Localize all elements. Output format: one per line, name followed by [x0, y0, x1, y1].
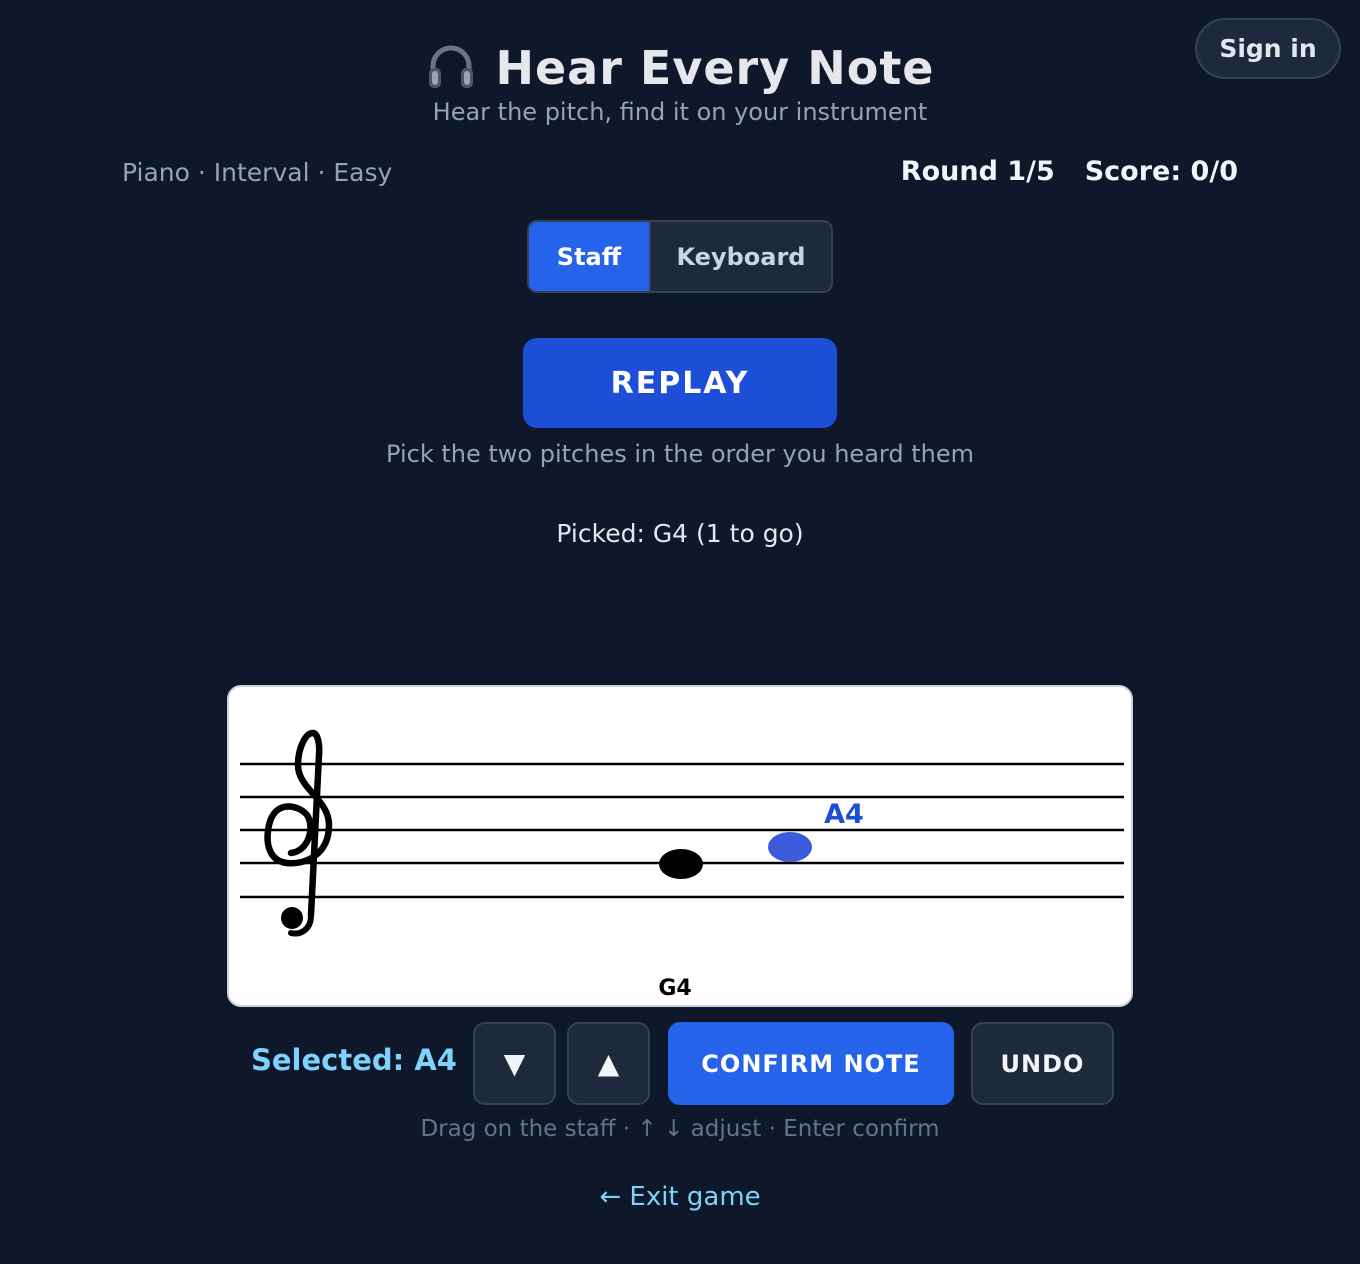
page-title: Hear Every Note — [495, 41, 935, 95]
instruction-text: Pick the two pitches in the order you he… — [386, 440, 974, 468]
pitch-up-button[interactable]: ▲ — [567, 1022, 650, 1105]
selected-note-a4[interactable] — [768, 832, 812, 862]
replay-button[interactable]: REPLAY — [523, 338, 837, 428]
exit-game-link[interactable]: ← Exit game — [0, 1182, 1360, 1212]
confirm-note-button[interactable]: CONFIRM NOTE — [668, 1022, 954, 1105]
selected-note-label: A4 — [824, 799, 864, 830]
score-counter: Score: 0/0 — [1084, 156, 1238, 187]
view-toggle: Staff Keyboard — [527, 220, 833, 293]
tab-keyboard[interactable]: Keyboard — [649, 222, 831, 291]
game-stats: Round 1/5 Score: 0/0 — [901, 156, 1238, 187]
game-mode-label: Piano · Interval · Easy — [122, 158, 393, 187]
round-counter: Round 1/5 — [900, 156, 1055, 187]
controls-hint: Drag on the staff · ↑ ↓ adjust · Enter c… — [420, 1116, 940, 1142]
app-header: Hear Every Note — [0, 38, 1360, 98]
placed-note-label: G4 — [658, 976, 691, 1001]
picked-status: Picked: G4 (1 to go) — [556, 519, 804, 548]
selected-note-readout: Selected: A4 — [251, 1043, 457, 1077]
pitch-down-button[interactable]: ▼ — [473, 1022, 556, 1105]
undo-button[interactable]: UNDO — [971, 1022, 1114, 1105]
tab-staff[interactable]: Staff — [529, 222, 649, 291]
placed-note-g4 — [659, 849, 703, 879]
headphones-icon — [425, 40, 477, 96]
staff-panel[interactable]: A4 G4 — [227, 685, 1133, 1007]
page-subtitle: Hear the pitch, find it on your instrume… — [432, 98, 928, 126]
staff-canvas[interactable]: A4 G4 — [229, 687, 1135, 1009]
